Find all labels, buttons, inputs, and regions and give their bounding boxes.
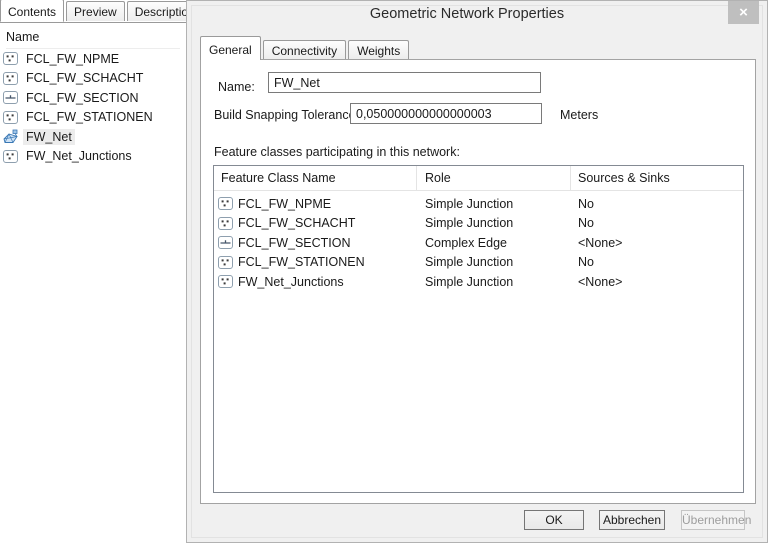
cell-role: Simple Junction (425, 253, 513, 273)
app-window: Contents Preview Description Name FCL_FW… (0, 0, 774, 551)
list-item-label: FCL_FW_SCHACHT (23, 70, 146, 86)
table-caption: Feature classes participating in this ne… (214, 145, 460, 159)
column-separator (570, 166, 571, 191)
point-feature-class-icon (3, 149, 20, 164)
catalog-tab-strip: Contents Preview Description (0, 0, 186, 23)
name-column-header: Name (6, 30, 180, 49)
table-row[interactable]: FCL_FW_SECTION Complex Edge <None> (214, 233, 743, 253)
column-separator (416, 166, 417, 191)
cell-sources-sinks: No (578, 214, 594, 234)
list-item[interactable]: FCL_FW_SCHACHT (0, 69, 182, 89)
list-item[interactable]: FCL_FW_STATIONEN (0, 108, 182, 128)
feature-class-table: Feature Class Name Role Sources & Sinks … (213, 165, 744, 493)
apply-button[interactable]: Übernehmen (681, 510, 745, 530)
point-feature-class-icon (218, 196, 235, 211)
table-row[interactable]: FCL_FW_STATIONEN Simple Junction No (214, 253, 743, 273)
list-item-label: FCL_FW_SECTION (23, 90, 142, 106)
column-header-feature-class-name: Feature Class Name (221, 171, 336, 185)
column-header-role: Role (425, 171, 451, 185)
geometric-network-icon (3, 129, 20, 144)
column-header-sources-sinks: Sources & Sinks (578, 171, 670, 185)
line-feature-class-icon (3, 90, 20, 105)
list-item-label: FW_Net (23, 129, 75, 145)
general-tab-page: Name: Build Snapping Tolerance: Meters F… (200, 59, 756, 504)
table-body: FCL_FW_NPMESimple JunctionNoFCL_FW_SCHAC… (214, 191, 743, 292)
tolerance-input[interactable] (350, 103, 542, 124)
tab-preview[interactable]: Preview (66, 1, 125, 21)
cell-feature-class-name: FCL_FW_STATIONEN (218, 253, 365, 273)
cell-role: Simple Junction (425, 272, 513, 292)
point-feature-class-icon (218, 274, 235, 289)
tolerance-label: Build Snapping Tolerance: (214, 108, 359, 122)
table-header: Feature Class Name Role Sources & Sinks (214, 166, 743, 191)
tab-contents[interactable]: Contents (0, 0, 64, 22)
ok-button[interactable]: OK (524, 510, 584, 530)
tolerance-unit: Meters (560, 108, 598, 122)
cell-feature-class-name: FCL_FW_SECTION (218, 233, 351, 253)
cell-sources-sinks: No (578, 194, 594, 214)
cell-role: Complex Edge (425, 233, 507, 253)
list-item-label: FCL_FW_NPME (23, 51, 122, 67)
cell-sources-sinks: No (578, 253, 594, 273)
catalog-list: FCL_FW_NPME FCL_FW_SCHACHT FCL_FW_SECTION F… (0, 49, 182, 166)
cell-sources-sinks: <None> (578, 233, 622, 253)
list-item[interactable]: FW_Net (0, 127, 182, 147)
dialog-tab-strip: General Connectivity Weights (200, 36, 411, 60)
geometric-network-properties-dialog: Geometric Network Properties × General C… (186, 0, 768, 543)
cancel-button[interactable]: Abbrechen (599, 510, 665, 530)
list-item[interactable]: FW_Net_Junctions (0, 147, 182, 167)
list-item[interactable]: FCL_FW_NPME (0, 49, 182, 69)
dialog-title: Geometric Network Properties (227, 6, 707, 22)
name-label: Name: (218, 80, 255, 94)
list-item[interactable]: FCL_FW_SECTION (0, 88, 182, 108)
catalog-panel: Contents Preview Description Name FCL_FW… (0, 0, 186, 551)
cell-role: Simple Junction (425, 214, 513, 234)
cell-feature-class-name: FCL_FW_NPME (218, 194, 331, 214)
point-feature-class-icon (3, 71, 20, 86)
cell-role: Simple Junction (425, 194, 513, 214)
tab-general[interactable]: General (200, 36, 261, 60)
table-row[interactable]: FW_Net_Junctions Simple Junction <None> (214, 272, 743, 292)
close-button[interactable]: × (728, 1, 759, 24)
table-row[interactable]: FCL_FW_NPME Simple Junction No (214, 194, 743, 214)
close-icon: × (739, 1, 748, 24)
tab-connectivity[interactable]: Connectivity (263, 40, 346, 59)
list-item-label: FW_Net_Junctions (23, 148, 135, 164)
name-input[interactable] (268, 72, 541, 93)
line-feature-class-icon (218, 235, 235, 250)
cell-sources-sinks: <None> (578, 272, 622, 292)
cell-feature-class-name: FCL_FW_SCHACHT (218, 214, 355, 234)
list-item-label: FCL_FW_STATIONEN (23, 109, 156, 125)
point-feature-class-icon (3, 110, 20, 125)
point-feature-class-icon (218, 216, 235, 231)
table-row[interactable]: FCL_FW_SCHACHT Simple Junction No (214, 214, 743, 234)
cell-feature-class-name: FW_Net_Junctions (218, 272, 344, 292)
tab-weights[interactable]: Weights (348, 40, 409, 59)
point-feature-class-icon (218, 255, 235, 270)
point-feature-class-icon (3, 51, 20, 66)
